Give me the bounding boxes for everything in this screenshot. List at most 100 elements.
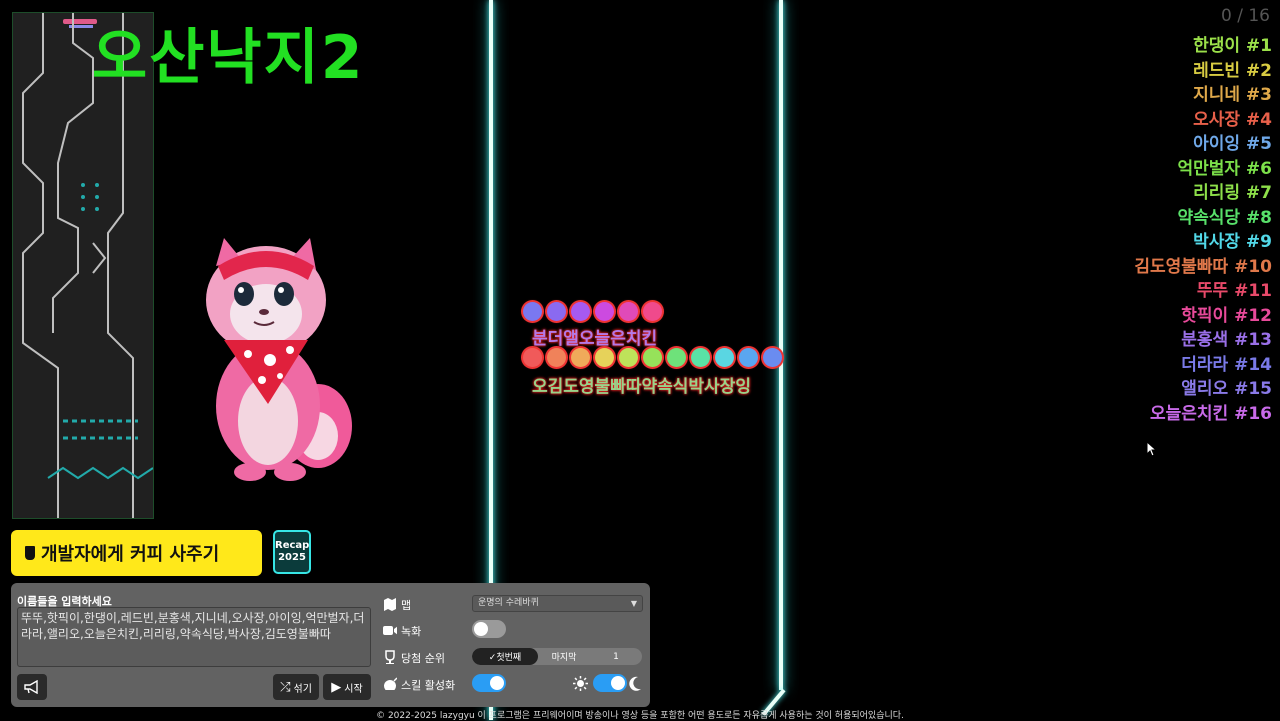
- recap-year: 2025: [278, 552, 306, 563]
- trophy-icon: [385, 650, 395, 664]
- mouse-cursor-icon: [1146, 441, 1156, 457]
- marble: [619, 348, 638, 367]
- ranking-position: #14: [1234, 354, 1272, 375]
- shuffle-icon: ⤮: [280, 679, 291, 695]
- shuffle-label: 섞기: [293, 683, 312, 695]
- recap-button[interactable]: Recap 2025: [273, 530, 311, 574]
- chevron-down-icon: ▼: [630, 599, 637, 608]
- ranking-item: 한댕이 #1: [1134, 34, 1272, 59]
- ranking-position: #3: [1245, 85, 1272, 105]
- marble: [643, 302, 662, 321]
- ranking-name: 리리링: [1193, 183, 1240, 203]
- ranking-name: 오사장: [1193, 109, 1240, 130]
- finish-counter: 0 / 16: [1221, 6, 1270, 26]
- buy-coffee-button[interactable]: 개발자에게 커피 사주기: [11, 530, 262, 576]
- ranking-item: 오사장 #4: [1134, 108, 1272, 133]
- winner-rank-number[interactable]: 1: [590, 648, 642, 665]
- marble: [595, 302, 614, 321]
- ranking-item: 분홍색 #13: [1134, 328, 1272, 353]
- ranking-item: 박사장 #9: [1134, 230, 1272, 255]
- ranking-name: 한댕이: [1193, 36, 1240, 56]
- recap-label: Recap: [275, 540, 310, 551]
- control-panel: 이름들을 입력하세요 뚜뚜,핫픽이,한댕이,레드빈,분홍색,지니네,오사장,아이…: [11, 583, 650, 707]
- winner-first-option[interactable]: ✓첫번째: [472, 648, 538, 665]
- marble: [571, 302, 590, 321]
- record-toggle-knob: [474, 622, 488, 636]
- ranking-name: 억만벌자: [1177, 158, 1240, 179]
- copyright-footer: © 2022-2025 lazygyu 이 프로그램은 프리웨어이며 방송이나 …: [376, 711, 904, 721]
- ranking-position: #16: [1234, 403, 1272, 424]
- marble: [667, 348, 686, 367]
- video-camera-icon: [383, 626, 397, 635]
- ranking-position: #11: [1234, 281, 1272, 301]
- ranking-item: 더라라 #14: [1134, 353, 1272, 378]
- shuffle-button[interactable]: ⤮ 섞기: [273, 674, 319, 700]
- marble-group-bottom: [523, 348, 782, 370]
- ranking-item: 약속식당 #8: [1134, 206, 1272, 231]
- ranking-name: 김도영불빠따: [1134, 256, 1229, 277]
- ranking-position: #9: [1245, 232, 1272, 252]
- map-label: 맵: [401, 599, 412, 612]
- ranking-position: #7: [1245, 183, 1272, 203]
- coffee-cup-icon: [25, 546, 35, 560]
- ranking-name: 오늘은치킨: [1149, 403, 1229, 424]
- ranking-position: #4: [1245, 109, 1272, 130]
- ranking-name: 뚜뚜: [1196, 281, 1229, 301]
- ranking-position: #1: [1245, 36, 1272, 56]
- ranking-position: #10: [1234, 256, 1272, 277]
- marble: [643, 348, 662, 367]
- ranking-item: 앨리오 #15: [1134, 377, 1272, 402]
- track-wall-right: [779, 0, 783, 690]
- ranking-position: #5: [1245, 134, 1272, 154]
- sun-icon: [573, 676, 588, 691]
- marble: [571, 348, 590, 367]
- ranking-position: #8: [1245, 207, 1272, 228]
- marble: [739, 348, 758, 367]
- ranking-name: 아이잉: [1193, 134, 1240, 154]
- marble-label-top: 분더앨오늘은치킨: [532, 329, 658, 349]
- ranking-position: #15: [1234, 379, 1272, 399]
- ranking-name: 분홍색: [1181, 330, 1229, 350]
- ranking-item: 억만벌자 #6: [1134, 157, 1272, 182]
- ranking-item: 김도영불빠따 #10: [1134, 255, 1272, 280]
- ranking-name: 약속식당: [1177, 207, 1240, 228]
- ranking-item: 리리링 #7: [1134, 181, 1272, 206]
- ranking-item: 뚜뚜 #11: [1134, 279, 1272, 304]
- winner-last-option[interactable]: 마지막: [538, 648, 590, 665]
- ranking-name: 더라라: [1181, 354, 1229, 375]
- skill-bomb-icon: [384, 677, 397, 690]
- marble: [715, 348, 734, 367]
- record-toggle[interactable]: [472, 620, 506, 638]
- map-select[interactable]: 운명의 수레바퀴 ▼: [472, 595, 643, 612]
- buy-coffee-label: 개발자에게 커피 사주기: [41, 544, 220, 565]
- ranking-item: 오늘은치킨 #16: [1134, 402, 1272, 427]
- skill-toggle[interactable]: [472, 674, 506, 692]
- map-select-value: 운명의 수레바퀴: [478, 598, 539, 608]
- ranking-name: 박사장: [1193, 232, 1240, 252]
- ranking-position: #13: [1234, 330, 1272, 350]
- megaphone-icon: [24, 680, 38, 694]
- moon-icon: [629, 676, 641, 691]
- map-icon: [384, 598, 396, 611]
- ranking-position: #12: [1234, 305, 1272, 326]
- ranking-item: 레드빈 #2: [1134, 59, 1272, 84]
- marble-group-top: [523, 302, 663, 324]
- ranking-name: 지니네: [1193, 85, 1240, 105]
- marble: [523, 302, 542, 321]
- marble: [547, 348, 566, 367]
- marble: [595, 348, 614, 367]
- mascot-character: [206, 238, 352, 481]
- theme-toggle[interactable]: [593, 674, 627, 692]
- announce-button[interactable]: [17, 674, 47, 700]
- theme-toggle-knob: [611, 676, 625, 690]
- ranking-name: 앨리오: [1181, 379, 1229, 399]
- start-button[interactable]: ▶ 시작: [323, 674, 371, 700]
- winner-rank-label: 당첨 순위: [401, 652, 445, 665]
- ranking-list: 한댕이 #1 레드빈 #2 지니네 #3 오사장 #4 아이잉 #5 억만벌자 #6 리리링…: [1134, 34, 1272, 426]
- play-icon: ▶: [331, 679, 342, 695]
- ranking-name: 레드빈: [1193, 60, 1240, 81]
- skill-toggle-knob: [490, 676, 504, 690]
- names-textarea[interactable]: 뚜뚜,핫픽이,한댕이,레드빈,분홍색,지니네,오사장,아이잉,억만벌자,더라라,…: [17, 607, 371, 667]
- winner-rank-selector: ✓첫번째 마지막 1: [472, 648, 642, 665]
- marble: [547, 302, 566, 321]
